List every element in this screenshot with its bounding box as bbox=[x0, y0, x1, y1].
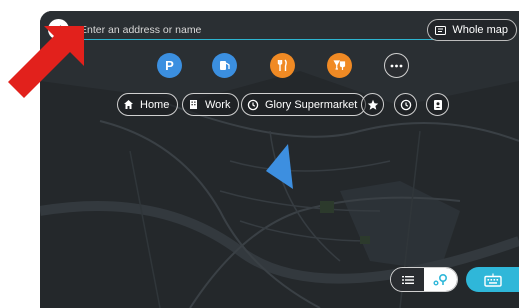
keyboard-button[interactable] bbox=[466, 267, 519, 292]
contacts-icon bbox=[433, 99, 442, 110]
fuel-icon bbox=[220, 61, 230, 70]
map-view-button[interactable] bbox=[424, 268, 457, 291]
list-icon bbox=[401, 275, 414, 284]
recent-destination-label: Glory Supermarket bbox=[265, 98, 358, 111]
list-map-toggle bbox=[390, 267, 458, 292]
bar-button[interactable] bbox=[327, 53, 352, 78]
work-icon bbox=[190, 100, 197, 109]
cutlery-icon bbox=[277, 59, 287, 71]
parking-icon: P bbox=[165, 58, 174, 73]
more-button[interactable] bbox=[384, 53, 409, 78]
recent-destination-button[interactable]: Glory Supermarket bbox=[241, 93, 367, 116]
work-button[interactable]: Work bbox=[182, 93, 240, 116]
restaurant-button[interactable] bbox=[270, 53, 295, 78]
ellipsis-icon bbox=[390, 64, 403, 67]
home-button[interactable]: Home bbox=[117, 93, 179, 116]
history-icon bbox=[247, 99, 259, 110]
list-view-button[interactable] bbox=[391, 268, 424, 291]
history-icon bbox=[400, 99, 411, 110]
keyboard-icon bbox=[483, 273, 502, 287]
work-label: Work bbox=[205, 98, 231, 111]
recent-destinations-button[interactable] bbox=[394, 93, 417, 116]
home-label: Home bbox=[140, 98, 170, 111]
map-icon bbox=[435, 25, 447, 35]
fuel-button[interactable] bbox=[212, 53, 237, 78]
favorites-button[interactable] bbox=[361, 93, 384, 116]
whole-map-label: Whole map bbox=[452, 24, 508, 36]
search-input[interactable] bbox=[76, 20, 436, 40]
search-bar: Whole map bbox=[48, 17, 517, 43]
contacts-button[interactable] bbox=[426, 93, 449, 116]
annotation-arrow bbox=[8, 26, 84, 98]
whole-map-button[interactable]: Whole map bbox=[427, 19, 517, 41]
parking-button[interactable]: P bbox=[157, 53, 182, 78]
home-icon bbox=[124, 100, 133, 109]
navigation-screen: Whole map P bbox=[40, 11, 519, 308]
star-icon bbox=[367, 99, 378, 110]
location-pin-icon bbox=[433, 273, 447, 285]
drinks-icon bbox=[333, 60, 346, 70]
